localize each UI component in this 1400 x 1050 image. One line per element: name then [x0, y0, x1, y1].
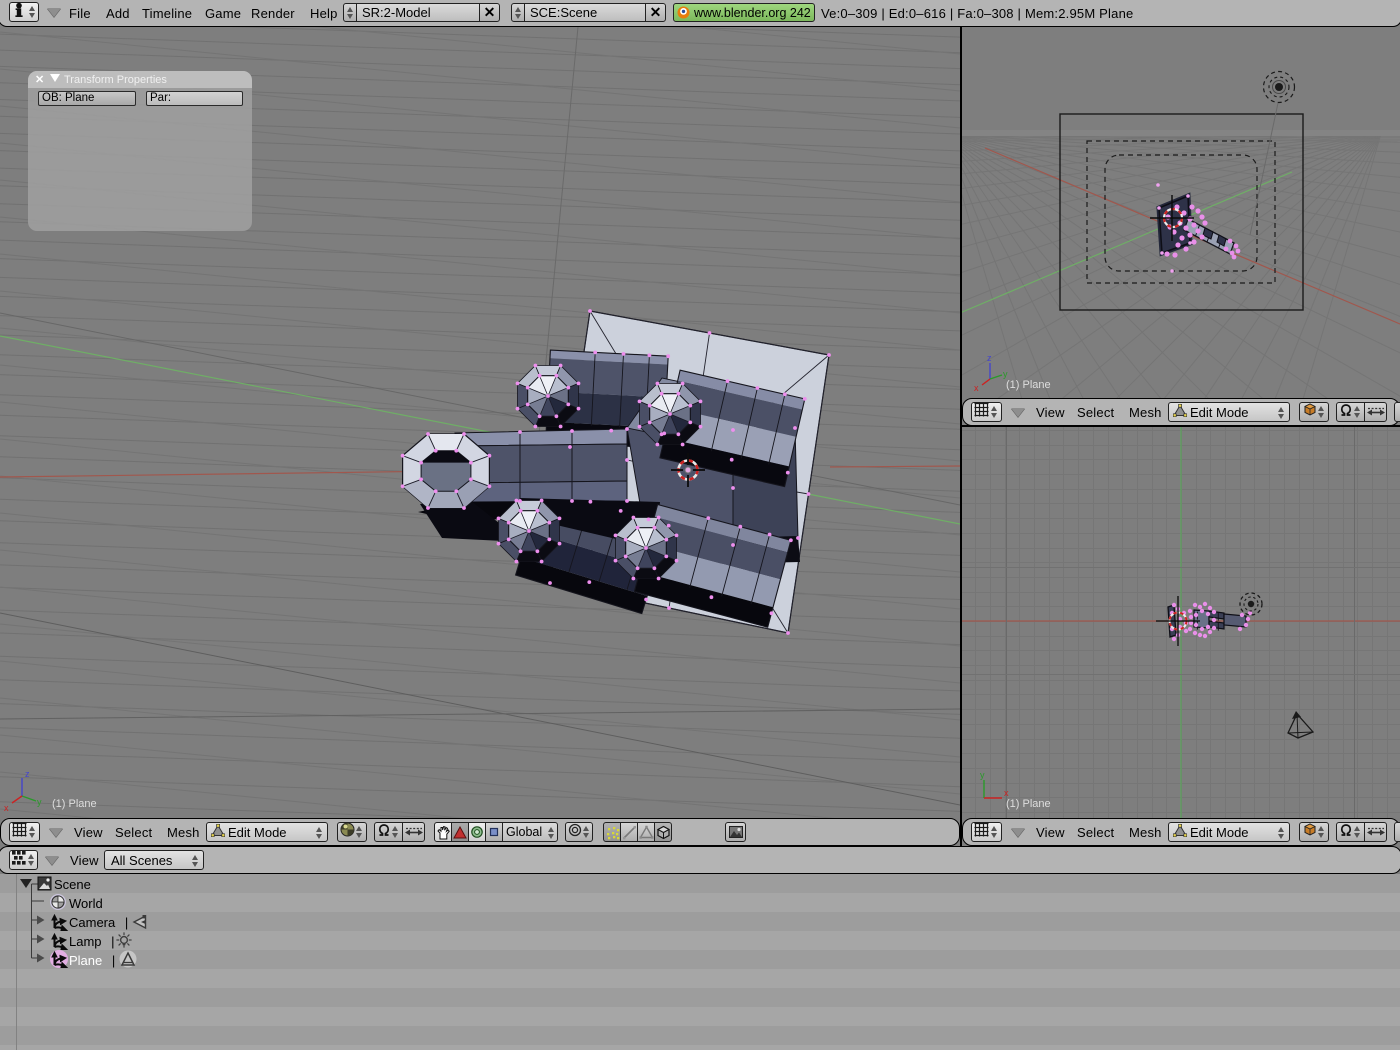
- svg-text:z: z: [25, 769, 30, 779]
- svg-text:x: x: [4, 803, 9, 813]
- svg-text:y: y: [980, 770, 985, 780]
- svg-text:x: x: [1004, 788, 1009, 798]
- svg-text:(1) Plane: (1) Plane: [52, 798, 97, 810]
- svg-text:y: y: [37, 797, 42, 807]
- svg-text:x: x: [974, 383, 979, 393]
- svg-text:z: z: [987, 353, 992, 363]
- svg-text:(1) Plane: (1) Plane: [1006, 379, 1051, 391]
- svg-text:y: y: [1003, 369, 1008, 379]
- svg-text:(1) Plane: (1) Plane: [1006, 798, 1051, 810]
